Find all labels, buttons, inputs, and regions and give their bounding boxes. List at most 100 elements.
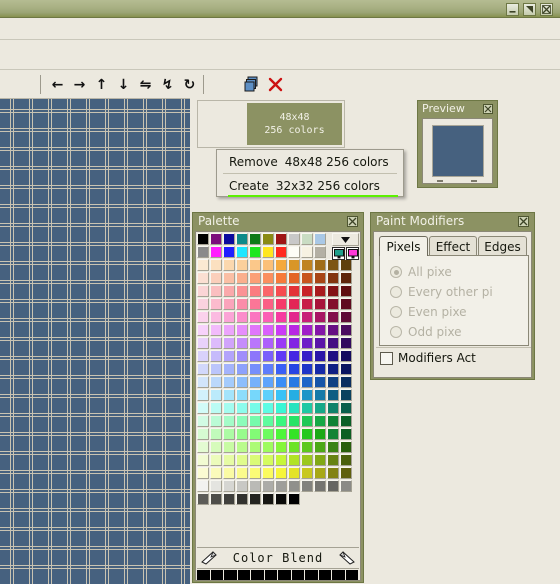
palette-swatch[interactable]: [262, 285, 274, 297]
palette-swatch[interactable]: [327, 337, 339, 349]
palette-swatch[interactable]: [249, 493, 261, 505]
black-swatch[interactable]: [197, 570, 211, 580]
palette-swatch[interactable]: [249, 272, 261, 284]
palette-swatch[interactable]: [275, 285, 287, 297]
palette-swatch[interactable]: [197, 454, 209, 466]
palette-swatch[interactable]: [262, 298, 274, 310]
palette-swatch[interactable]: [340, 363, 352, 375]
palette-swatch[interactable]: [288, 402, 300, 414]
palette-swatch[interactable]: [197, 337, 209, 349]
radio-all-pixels[interactable]: All pixe: [390, 265, 452, 279]
palette-swatch[interactable]: [314, 324, 326, 336]
image-size-button-48[interactable]: 48x48 256 colors: [247, 103, 342, 145]
palette-swatch[interactable]: [314, 467, 326, 479]
palette-swatch[interactable]: [275, 298, 287, 310]
palette-swatch[interactable]: [340, 389, 352, 401]
palette-swatch[interactable]: [210, 298, 222, 310]
palette-swatch[interactable]: [288, 337, 300, 349]
palette-swatch[interactable]: [275, 415, 287, 427]
palette-swatch[interactable]: [314, 376, 326, 388]
black-swatch[interactable]: [224, 570, 238, 580]
rotate-icon[interactable]: ↻: [180, 75, 199, 94]
color-blend-bar[interactable]: Color Blend: [197, 547, 359, 569]
palette-swatch[interactable]: [288, 324, 300, 336]
palette-swatch[interactable]: [236, 246, 248, 258]
palette-swatch[interactable]: [223, 350, 235, 362]
palette-swatch[interactable]: [301, 467, 313, 479]
palette-swatch[interactable]: [340, 311, 352, 323]
palette-swatch[interactable]: [314, 480, 326, 492]
palette-swatch[interactable]: [223, 402, 235, 414]
palette-swatch[interactable]: [340, 480, 352, 492]
palette-swatch[interactable]: [223, 298, 235, 310]
palette-swatch[interactable]: [223, 454, 235, 466]
palette-swatch[interactable]: [262, 376, 274, 388]
palette-swatch[interactable]: [275, 441, 287, 453]
palette-swatch[interactable]: [262, 428, 274, 440]
palette-swatch[interactable]: [340, 467, 352, 479]
palette-swatch[interactable]: [249, 298, 261, 310]
palette-swatch[interactable]: [301, 246, 313, 258]
palette-swatch[interactable]: [275, 389, 287, 401]
palette-swatch[interactable]: [314, 350, 326, 362]
black-swatch[interactable]: [278, 570, 292, 580]
palette-swatch[interactable]: [262, 467, 274, 479]
palette-swatch[interactable]: [210, 285, 222, 297]
palette-swatch[interactable]: [301, 298, 313, 310]
palette-swatch[interactable]: [314, 428, 326, 440]
modifiers-active-checkbox[interactable]: [380, 351, 393, 365]
palette-swatch[interactable]: [249, 337, 261, 349]
move-up-icon[interactable]: ↑: [92, 75, 111, 94]
palette-swatch[interactable]: [301, 441, 313, 453]
palette-swatch[interactable]: [301, 311, 313, 323]
palette-swatch[interactable]: [275, 480, 287, 492]
flip-vertical-icon[interactable]: ↯: [158, 75, 177, 94]
palette-swatch[interactable]: [236, 259, 248, 271]
palette-swatch[interactable]: [262, 259, 274, 271]
palette-swatch[interactable]: [197, 441, 209, 453]
palette-swatch[interactable]: [236, 428, 248, 440]
palette-swatch[interactable]: [197, 493, 209, 505]
palette-swatch[interactable]: [262, 337, 274, 349]
palette-swatch[interactable]: [327, 480, 339, 492]
palette-swatch[interactable]: [288, 376, 300, 388]
palette-swatch[interactable]: [197, 415, 209, 427]
palette-swatch[interactable]: [197, 324, 209, 336]
palette-swatch[interactable]: [314, 298, 326, 310]
palette-swatch[interactable]: [327, 441, 339, 453]
palette-swatch[interactable]: [288, 389, 300, 401]
palette-swatch[interactable]: [262, 454, 274, 466]
palette-swatch[interactable]: [210, 324, 222, 336]
palette-swatch[interactable]: [249, 324, 261, 336]
palette-swatch[interactable]: [340, 272, 352, 284]
palette-swatch[interactable]: [327, 389, 339, 401]
palette-swatch[interactable]: [223, 480, 235, 492]
palette-swatch[interactable]: [301, 480, 313, 492]
palette-swatch[interactable]: [210, 402, 222, 414]
palette-swatch[interactable]: [340, 298, 352, 310]
palette-swatch[interactable]: [301, 415, 313, 427]
palette-swatch[interactable]: [223, 376, 235, 388]
palette-swatch[interactable]: [197, 311, 209, 323]
black-swatch[interactable]: [251, 570, 265, 580]
black-swatch[interactable]: [332, 570, 346, 580]
palette-swatch[interactable]: [249, 480, 261, 492]
flip-horizontal-icon[interactable]: ⇋: [136, 75, 155, 94]
palette-swatch[interactable]: [314, 246, 326, 258]
palette-swatch[interactable]: [314, 259, 326, 271]
palette-swatch[interactable]: [301, 350, 313, 362]
palette-swatch[interactable]: [301, 233, 313, 245]
palette-swatch[interactable]: [301, 285, 313, 297]
palette-swatch[interactable]: [262, 363, 274, 375]
palette-swatch[interactable]: [223, 363, 235, 375]
palette-swatch[interactable]: [288, 233, 300, 245]
palette-swatch[interactable]: [210, 415, 222, 427]
palette-swatch[interactable]: [275, 402, 287, 414]
palette-swatch[interactable]: [262, 324, 274, 336]
palette-swatch[interactable]: [236, 441, 248, 453]
black-swatch[interactable]: [318, 570, 332, 580]
palette-swatch[interactable]: [236, 402, 248, 414]
palette-swatch[interactable]: [327, 311, 339, 323]
palette-swatch[interactable]: [314, 337, 326, 349]
palette-swatch[interactable]: [275, 337, 287, 349]
